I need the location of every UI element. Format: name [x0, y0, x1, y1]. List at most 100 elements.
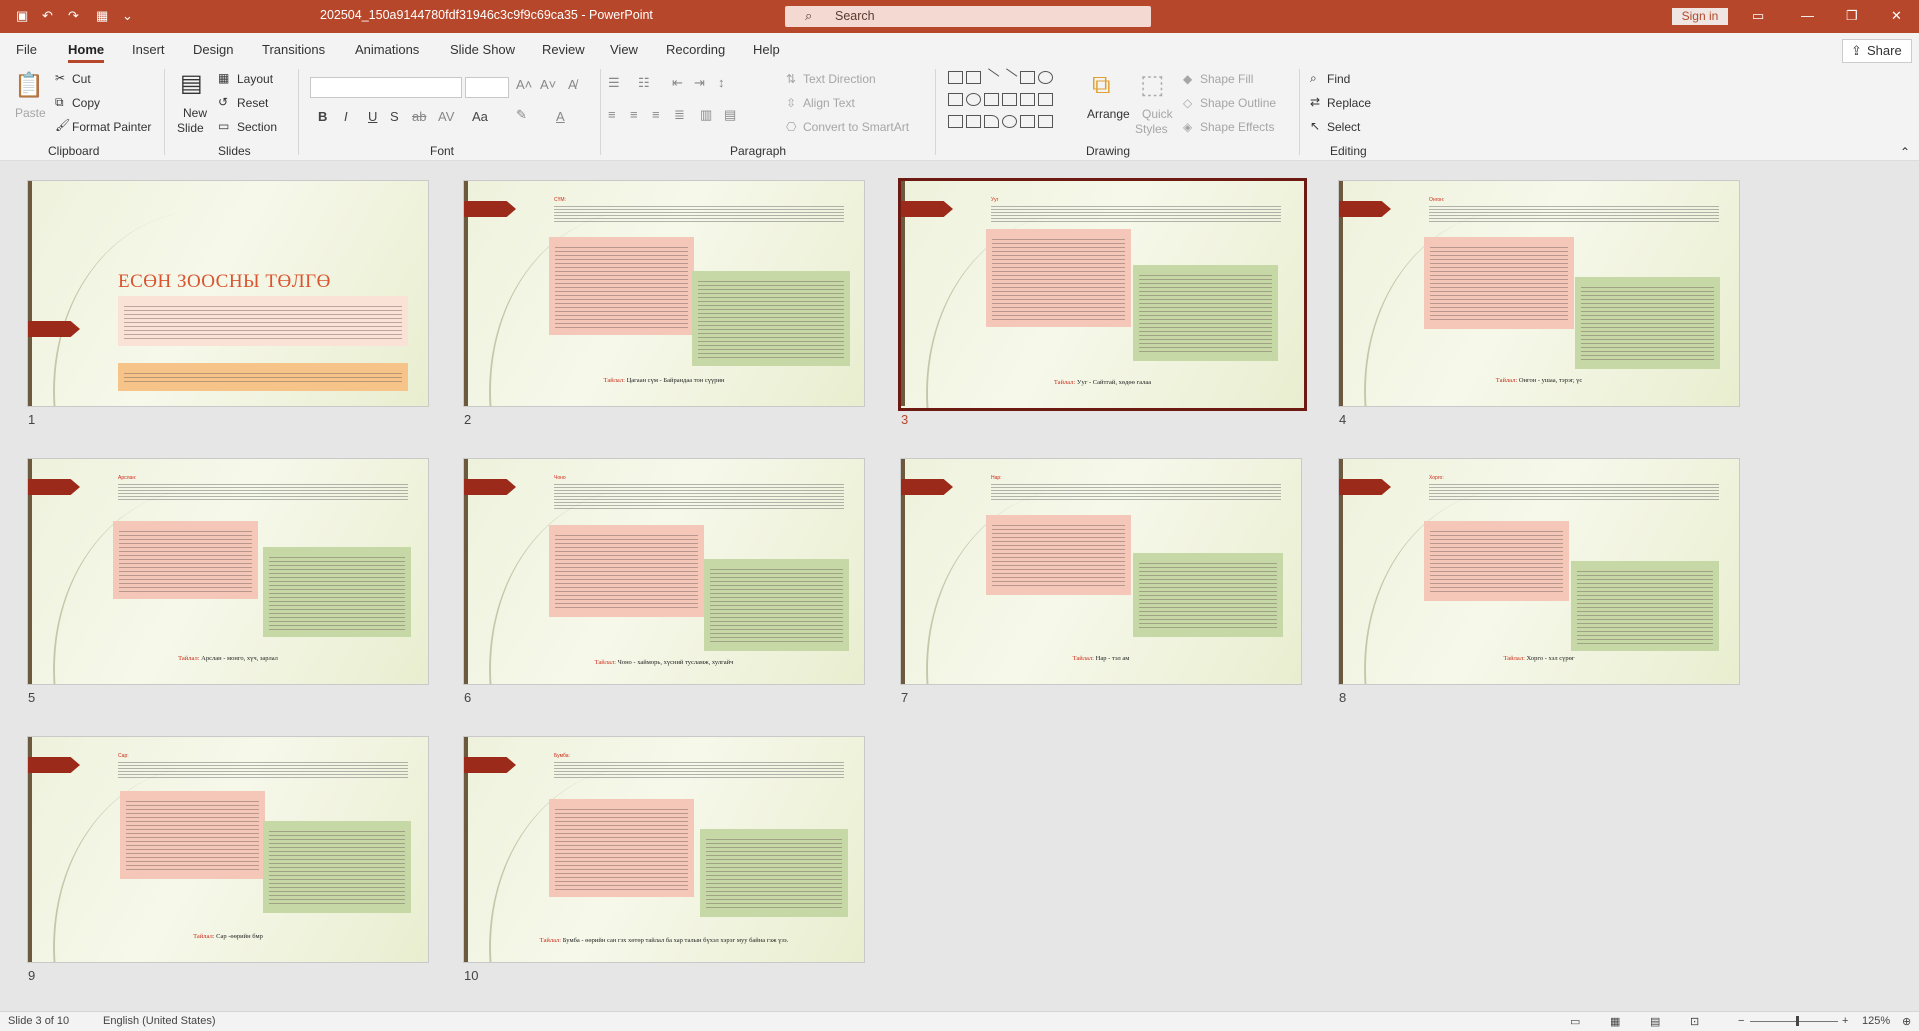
cut-button[interactable]: Cut	[72, 72, 91, 86]
shape-item[interactable]	[1002, 93, 1017, 106]
fit-slide-icon[interactable]: ⊕	[1902, 1015, 1911, 1028]
tab-design[interactable]: Design	[193, 42, 233, 57]
decrease-indent-icon[interactable]: ⇤	[672, 75, 683, 91]
format-painter-button[interactable]: Format Painter	[72, 120, 151, 134]
strikethrough-icon[interactable]: ab	[412, 109, 426, 124]
font-name-combo[interactable]	[310, 77, 462, 98]
increase-indent-icon[interactable]: ⇥	[694, 75, 705, 91]
redo-icon[interactable]: ↷	[68, 8, 79, 24]
shape-item[interactable]	[1020, 71, 1035, 84]
shape-item[interactable]	[948, 93, 963, 106]
slide-thumbnail-10[interactable]: Бумба: Тайлал: Бумба - өөрийн сан гэх хө…	[464, 737, 864, 962]
sign-in-button[interactable]: Sign in	[1672, 8, 1728, 25]
replace-button[interactable]: Replace	[1327, 96, 1371, 110]
reading-view-icon[interactable]: ▤	[1650, 1015, 1660, 1028]
shape-item[interactable]	[1020, 115, 1035, 128]
zoom-out-icon[interactable]: −	[1738, 1015, 1744, 1027]
zoom-slider-handle[interactable]	[1796, 1016, 1799, 1026]
customize-icon[interactable]: ⌄	[122, 8, 133, 24]
shape-item[interactable]	[966, 115, 981, 128]
line-spacing-icon[interactable]: ↕	[718, 75, 725, 90]
select-button[interactable]: Select	[1327, 120, 1360, 134]
align-center-icon[interactable]: ≡	[630, 107, 638, 122]
convert-smartart-button[interactable]: Convert to SmartArt	[803, 120, 909, 134]
ribbon-display-icon[interactable]: ▭	[1752, 8, 1764, 24]
slide-thumbnail-4[interactable]: Онгон: Тайлал: Онгон - ушаа, тэрэг, үс	[1339, 181, 1739, 406]
slide-thumbnail-2[interactable]: СҮМ: Тайлал: Цагаан сүм - Байрандаа тон …	[464, 181, 864, 406]
shape-item[interactable]	[1038, 71, 1053, 84]
highlight-icon[interactable]: ✎	[516, 107, 527, 123]
tab-review[interactable]: Review	[542, 42, 585, 57]
search-box[interactable]: ⌕ Search	[785, 6, 1151, 27]
arrange-icon[interactable]: ⧉	[1092, 69, 1111, 101]
slide-thumbnail-3[interactable]: Ууг Тайлал: Ууг - Сайтгай, хөдөө галаа	[901, 181, 1304, 408]
quick-styles-icon[interactable]: ⬚	[1140, 69, 1165, 100]
paste-button[interactable]: Paste	[15, 106, 46, 120]
clear-format-icon[interactable]: A̸	[568, 77, 577, 92]
shape-item[interactable]	[948, 115, 963, 128]
zoom-in-icon[interactable]: +	[1842, 1015, 1848, 1027]
copy-button[interactable]: Copy	[72, 96, 100, 110]
shape-item[interactable]	[966, 71, 981, 84]
decrease-font-icon[interactable]: A˅	[540, 77, 556, 92]
shape-item[interactable]	[1038, 115, 1053, 128]
new-slide-label-1[interactable]: New	[183, 106, 207, 120]
minimize-icon[interactable]: —	[1801, 8, 1814, 23]
bullets-icon[interactable]: ☰	[608, 75, 620, 91]
justify-icon[interactable]: ≣	[674, 107, 685, 123]
shape-item[interactable]	[948, 71, 963, 84]
zoom-slider[interactable]	[1750, 1021, 1838, 1022]
layout-button[interactable]: Layout	[237, 72, 273, 86]
underline-button[interactable]: U	[368, 109, 377, 124]
tab-transitions[interactable]: Transitions	[262, 42, 325, 57]
save-icon[interactable]: ▣	[16, 8, 28, 24]
quick-styles-label-1[interactable]: Quick	[1142, 107, 1173, 121]
section-button[interactable]: Section	[237, 120, 277, 134]
new-slide-icon[interactable]: ▤	[180, 69, 203, 98]
slide-thumbnail-1[interactable]: ЕСӨН ЗООСНЫ ТӨЛГӨ	[28, 181, 428, 406]
shape-outline-button[interactable]: Shape Outline	[1200, 96, 1276, 110]
increase-font-icon[interactable]: A˄	[516, 77, 532, 92]
shape-item[interactable]	[966, 93, 981, 106]
shape-item[interactable]	[984, 115, 999, 128]
columns-icon[interactable]: ▥	[700, 107, 712, 123]
shape-item[interactable]	[1038, 93, 1053, 106]
shape-item[interactable]	[1002, 115, 1017, 128]
find-button[interactable]: Find	[1327, 72, 1350, 86]
align-right-icon[interactable]: ≡	[652, 107, 660, 122]
language-status[interactable]: English (United States)	[103, 1015, 216, 1027]
tab-help[interactable]: Help	[753, 42, 780, 57]
slide-thumbnail-7[interactable]: Нар: Тайлал: Нар - тэл ам	[901, 459, 1301, 684]
shape-item[interactable]	[984, 93, 999, 106]
slide-thumbnail-5[interactable]: Арслан: Тайлал: Арслан - монго, хүч, зар…	[28, 459, 428, 684]
restore-icon[interactable]: ❐	[1846, 8, 1858, 24]
zoom-level[interactable]: 125%	[1862, 1015, 1890, 1027]
shape-item[interactable]	[999, 68, 1018, 86]
tab-view[interactable]: View	[610, 42, 638, 57]
paragraph-dialog-icon[interactable]: ▤	[724, 107, 736, 123]
close-icon[interactable]: ✕	[1891, 8, 1902, 24]
undo-icon[interactable]: ↶	[42, 8, 53, 24]
paste-icon[interactable]: 📋	[14, 71, 44, 100]
font-size-combo[interactable]	[465, 77, 509, 98]
reset-button[interactable]: Reset	[237, 96, 268, 110]
tab-animations[interactable]: Animations	[355, 42, 419, 57]
shadow-button[interactable]: S	[390, 109, 399, 124]
quick-styles-label-2[interactable]: Styles	[1135, 122, 1168, 136]
search-input[interactable]: Search	[835, 9, 875, 23]
bold-button[interactable]: B	[318, 109, 327, 124]
align-text-button[interactable]: Align Text	[803, 96, 855, 110]
tab-recording[interactable]: Recording	[666, 42, 725, 57]
slide-thumbnail-6[interactable]: Чоно Тайлал: Чоно - хайморь, хүсний тусл…	[464, 459, 864, 684]
slide-thumbnail-9[interactable]: Сар: Тайлал: Сар -өөрийн бмр	[28, 737, 428, 962]
align-left-icon[interactable]: ≡	[608, 107, 616, 122]
slideshow-icon[interactable]: ⊡	[1690, 1015, 1699, 1028]
text-direction-button[interactable]: Text Direction	[803, 72, 876, 86]
normal-view-icon[interactable]: ▭	[1570, 1015, 1580, 1028]
tab-slide-show[interactable]: Slide Show	[450, 42, 515, 57]
char-spacing-icon[interactable]: AV	[438, 109, 454, 124]
share-button[interactable]: ⇪ Share	[1842, 39, 1912, 63]
tab-home[interactable]: Home	[68, 42, 105, 63]
arrange-button[interactable]: Arrange	[1087, 107, 1130, 121]
italic-button[interactable]: I	[344, 109, 348, 124]
